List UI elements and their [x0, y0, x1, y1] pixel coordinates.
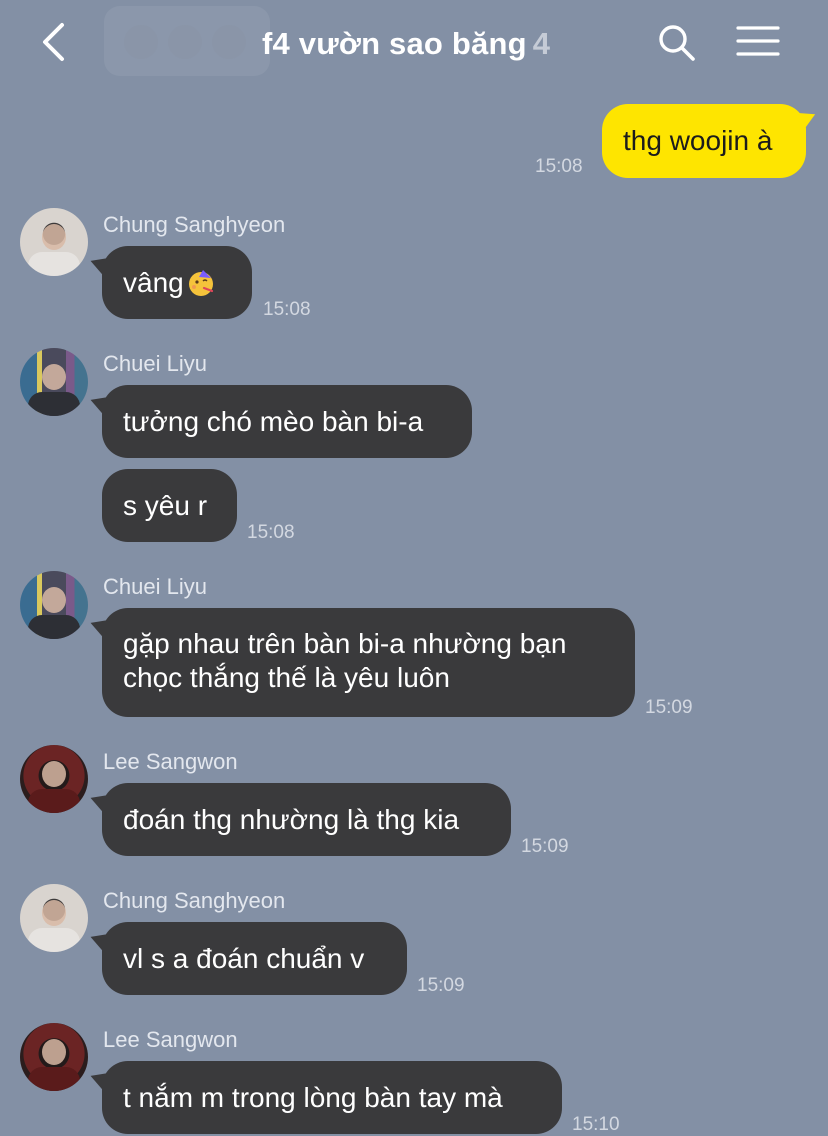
- message-bubble[interactable]: đoán thg nhường là thg kia: [102, 783, 511, 856]
- group-member-avatar: [124, 25, 158, 59]
- message-bubble[interactable]: gặp nhau trên bàn bi-a nhường bạn chọc t…: [102, 608, 635, 717]
- chevron-left-icon: [43, 23, 64, 61]
- member-count: 4: [532, 26, 551, 61]
- message-bubble[interactable]: t nắm m trong lòng bàn tay mà: [102, 1061, 562, 1134]
- message-bubble[interactable]: s yêu r: [102, 469, 237, 542]
- group-avatar-stack[interactable]: [104, 6, 270, 76]
- message-text: thg woojin à: [623, 125, 773, 156]
- message-text-lines: gặp nhau trên bàn bi-a nhường bạn chọc t…: [123, 627, 566, 695]
- sender-name: Chung Sanghyeon: [103, 212, 286, 237]
- avatar[interactable]: [20, 1023, 88, 1091]
- message-bubble[interactable]: vâng: [102, 246, 252, 319]
- message-time: 15:09: [417, 975, 465, 996]
- message-time: 15:10: [572, 1114, 620, 1135]
- search-button[interactable]: [656, 22, 698, 64]
- partying-face-emoji: [188, 269, 213, 296]
- message-bubble[interactable]: vl s a đoán chuẩn v: [102, 922, 407, 995]
- search-icon: [659, 25, 695, 61]
- message-text-row: vâng: [123, 266, 216, 300]
- group-member-avatar: [168, 25, 202, 59]
- back-button[interactable]: [34, 18, 82, 68]
- sender-name: Chung Sanghyeon: [103, 888, 286, 913]
- sender-name: Chuei Liyu: [103, 351, 207, 376]
- message-bubble[interactable]: tưởng chó mèo bàn bi-a: [102, 385, 472, 458]
- avatar[interactable]: [20, 884, 88, 952]
- chat-title-text: f4 vườn sao băng: [262, 26, 527, 61]
- sender-name: Chuei Liyu: [103, 574, 207, 599]
- chat-header: f4 vườn sao băng 4: [0, 0, 828, 90]
- message-time: 15:09: [645, 697, 693, 718]
- message-text: s yêu r: [123, 490, 208, 521]
- hamburger-menu-icon: [736, 26, 780, 56]
- sender-name: Lee Sangwon: [103, 1027, 238, 1052]
- message-text: tưởng chó mèo bàn bi-a: [123, 406, 424, 437]
- message-text: vl s a đoán chuẩn v: [123, 943, 365, 974]
- group-member-avatar: [212, 25, 246, 59]
- message-text: chọc thắng thế là yêu luôn: [123, 662, 450, 693]
- message-text: t nắm m trong lòng bàn tay mà: [123, 1082, 503, 1113]
- my-message-bubble[interactable]: thg woojin à: [602, 104, 806, 178]
- message-time: 15:08: [263, 299, 311, 320]
- avatar[interactable]: [20, 571, 88, 639]
- message-time: 15:08: [247, 522, 295, 543]
- avatar[interactable]: [20, 208, 88, 276]
- avatar[interactable]: [20, 348, 88, 416]
- sender-name: Lee Sangwon: [103, 749, 238, 774]
- avatar[interactable]: [20, 745, 88, 813]
- chat-title[interactable]: f4 vườn sao băng 4: [262, 26, 550, 62]
- message-time: 15:08: [535, 156, 583, 177]
- message-text: đoán thg nhường là thg kia: [123, 804, 460, 835]
- menu-button[interactable]: [736, 24, 780, 60]
- message-time: 15:09: [521, 836, 569, 857]
- message-text: gặp nhau trên bàn bi-a nhường bạn: [123, 628, 567, 659]
- message-text: vâng: [123, 267, 184, 298]
